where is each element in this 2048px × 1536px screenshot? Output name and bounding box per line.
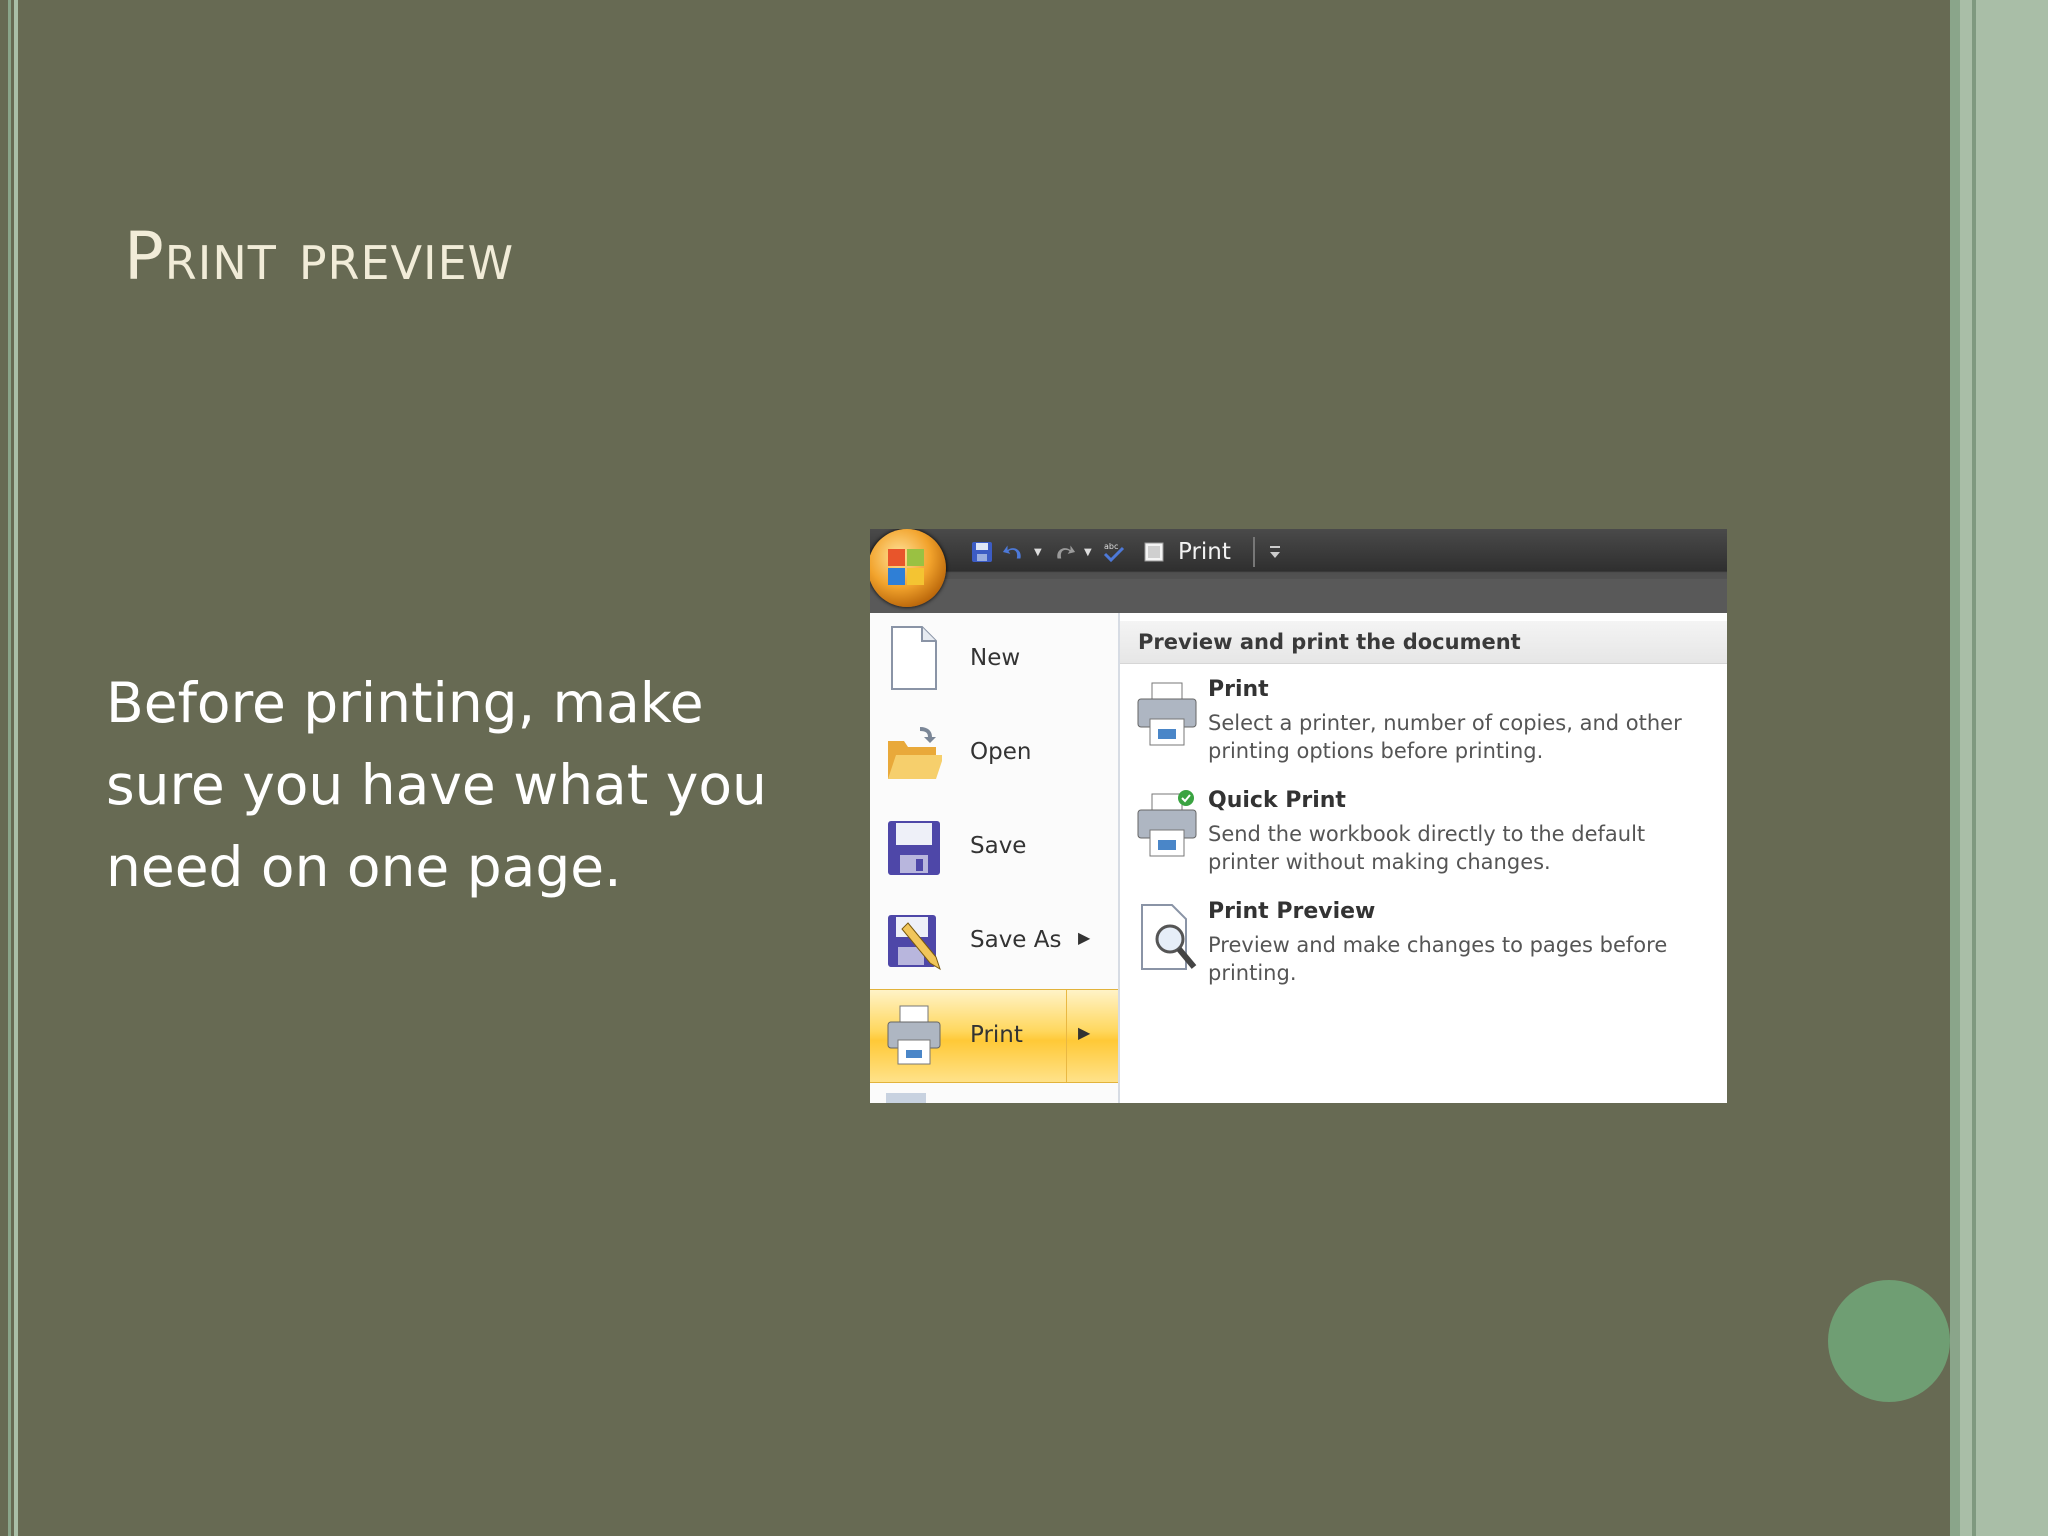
- menu-item-print[interactable]: Print ▶: [870, 989, 1118, 1083]
- menu-item-new[interactable]: New: [870, 613, 1118, 703]
- option-description: Select a printer, number of copies, and …: [1208, 711, 1682, 763]
- menu-item-label: Save: [970, 833, 1027, 859]
- quick-print-icon: [1137, 790, 1197, 857]
- submenu-header: Preview and print the document: [1120, 621, 1727, 664]
- menu-item-label: Save As: [970, 927, 1062, 953]
- undo-dropdown-icon[interactable]: ▼: [1034, 547, 1044, 558]
- save-icon[interactable]: [970, 540, 994, 564]
- office-menu-screenshot: ▼ ▼ abc Print New Open Save Save As ▶ Pr…: [870, 529, 1727, 1103]
- menu-item-label: Print: [970, 1022, 1023, 1048]
- office-button[interactable]: [870, 529, 946, 607]
- option-description: Preview and make changes to pages before…: [1208, 933, 1668, 985]
- option-description: Send the workbook directly to the defaul…: [1208, 822, 1646, 874]
- submenu-arrow-icon: ▶: [1078, 928, 1091, 947]
- print-submenu: Preview and print the document Print Sel…: [1120, 613, 1727, 1103]
- svg-text:abc: abc: [1104, 542, 1118, 551]
- qat-print-label[interactable]: Print: [1178, 539, 1231, 565]
- slide-title: Print preview: [124, 218, 515, 295]
- submenu-option-print-preview[interactable]: Print Preview Preview and make changes t…: [1120, 899, 1727, 1009]
- print-preview-icon: [1141, 904, 1197, 970]
- slide-body-text: Before printing, make sure you have what…: [106, 671, 767, 899]
- new-document-icon: [891, 626, 937, 690]
- menu-item-open[interactable]: Open: [870, 707, 1118, 797]
- menu-item-save-as[interactable]: Save As ▶: [870, 895, 1118, 985]
- submenu-option-print[interactable]: Print Select a printer, number of copies…: [1120, 677, 1727, 787]
- office-menu: New Open Save Save As ▶ Print ▶: [870, 613, 1120, 1103]
- submenu-arrow-icon: ▶: [1078, 1023, 1091, 1042]
- spelling-icon[interactable]: abc: [1102, 540, 1126, 564]
- left-border: [0, 0, 24, 1536]
- menu-item-save[interactable]: Save: [870, 801, 1118, 891]
- printer-icon: [887, 1005, 941, 1065]
- save-disk-icon: [888, 821, 940, 875]
- undo-icon[interactable]: [1002, 540, 1026, 564]
- option-title: Print: [1208, 677, 1269, 702]
- next-menu-item-peek: [886, 1093, 926, 1103]
- office-logo-icon: [888, 549, 924, 585]
- printer-icon: [1137, 682, 1197, 746]
- redo-icon[interactable]: [1052, 540, 1076, 564]
- customize-icon[interactable]: [1263, 540, 1287, 564]
- right-border: [1950, 0, 2048, 1536]
- option-title: Print Preview: [1208, 899, 1376, 924]
- accent-circle: [1828, 1280, 1950, 1402]
- option-title: Quick Print: [1208, 788, 1346, 813]
- menu-item-label: New: [970, 645, 1021, 671]
- save-as-icon: [888, 915, 941, 971]
- redo-dropdown-icon[interactable]: ▼: [1084, 547, 1094, 558]
- menu-item-label: Open: [970, 739, 1032, 765]
- submenu-option-quick-print[interactable]: Quick Print Send the workbook directly t…: [1120, 788, 1727, 898]
- quick-access-toolbar: ▼ ▼ abc Print: [870, 529, 1727, 613]
- print-checkbox-icon[interactable]: [1142, 540, 1166, 564]
- open-folder-icon: [888, 727, 942, 779]
